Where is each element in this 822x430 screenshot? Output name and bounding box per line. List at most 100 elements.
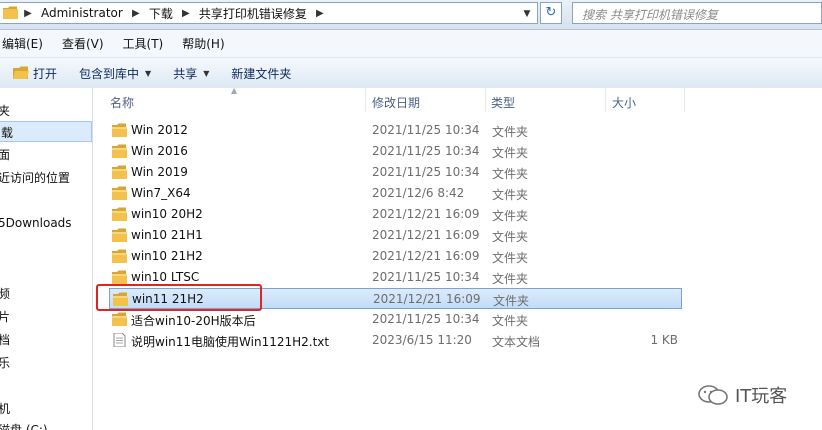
file-row[interactable]: win10 21H2 2021/12/21 16:09 文件夹 [109,246,682,267]
file-date: 2021/12/21 16:09 [373,292,481,306]
folder-icon [3,6,18,19]
address-dropdown-icon[interactable]: ▼ [520,7,534,21]
file-date: 2023/6/15 11:20 [372,333,472,347]
file-row[interactable]: 适合win10-20H版本后 2021/11/25 10:34 文件夹 [109,309,682,330]
share-label: 共享 [173,66,198,81]
menu-bar: 编辑(E) 查看(V) 工具(T) 帮助(H) [0,30,822,57]
nav-item[interactable]: 机 [0,400,10,417]
refresh-button[interactable]: ↻ [540,2,562,24]
breadcrumb-item[interactable]: Administrator [35,6,129,20]
folder-icon [112,312,127,326]
file-name: Win 2012 [131,123,188,137]
column-divider[interactable] [684,88,685,112]
navigation-pane: 夹 载 面 近访问的位置 5Downloads 频 片 档 乐 机 磁盘 (C:… [0,88,93,430]
menu-view[interactable]: 查看(V) [54,35,112,52]
folder-icon [112,186,127,200]
file-row[interactable]: Win 2019 2021/11/25 10:34 文件夹 [109,162,682,183]
nav-item[interactable]: 近访问的位置 [0,169,70,186]
file-date: 2021/12/6 8:42 [372,186,465,200]
open-folder-icon [13,66,29,79]
new-folder-label: 新建文件夹 [231,66,292,81]
file-name: win10 21H1 [131,228,203,242]
file-row[interactable]: Win7_X64 2021/12/6 8:42 文件夹 [109,183,682,204]
file-name: 说明win11电脑使用Win1121H2.txt [131,335,330,349]
share-button[interactable]: 共享 ▼ [165,61,217,85]
file-type: 文件夹 [492,209,529,223]
folder-icon [112,165,127,179]
file-type: 文本文档 [492,335,541,349]
file-row[interactable]: 说明win11电脑使用Win1121H2.txt 2023/6/15 11:20 文… [109,330,682,351]
nav-item-selected[interactable]: 载 [0,121,92,142]
include-library-button[interactable]: 包含到库中 ▼ [71,61,159,85]
folder-icon [112,144,127,158]
folder-icon [112,249,127,263]
breadcrumb-item[interactable]: 共享打印机错误修复 [193,5,313,22]
search-placeholder: 搜索 共享打印机错误修复 [582,8,718,22]
address-bar-region: ▶ Administrator ▶ 下载 ▶ 共享打印机错误修复 ▶ ▼ ↻ 搜… [0,0,822,30]
new-folder-button[interactable]: 新建文件夹 [223,61,299,85]
column-header-row: ▲ 名称 修改日期 类型 大小 [93,86,822,112]
nav-item[interactable]: 面 [0,146,10,163]
column-name[interactable]: 名称 [110,94,134,111]
column-divider[interactable] [485,88,486,112]
file-name: win10 LTSC [131,270,200,284]
file-row[interactable]: win10 20H2 2021/12/21 16:09 文件夹 [109,204,682,225]
file-type: 文件夹 [492,188,529,202]
command-toolbar: 打开 包含到库中 ▼ 共享 ▼ 新建文件夹 [0,57,822,89]
file-type: 文件夹 [492,230,529,244]
breadcrumb-chevron-icon[interactable]: ▶ [21,8,35,19]
nav-item[interactable]: 磁盘 (C:) [0,421,48,430]
nav-item[interactable]: 片 [0,308,10,325]
file-date: 2021/12/21 16:09 [372,228,480,242]
file-name: win10 20H2 [131,207,203,221]
nav-item[interactable]: 夹 [0,102,10,119]
folder-icon [112,270,127,284]
breadcrumb-chevron-icon[interactable]: ▶ [179,8,193,19]
file-row[interactable]: win10 21H1 2021/12/21 16:09 文件夹 [109,225,682,246]
file-row[interactable]: Win 2012 2021/11/25 10:34 文件夹 [109,120,682,141]
open-label: 打开 [33,66,58,81]
column-divider[interactable] [365,88,366,112]
open-button[interactable]: 打开 [5,61,65,85]
folder-icon [112,123,127,137]
column-type[interactable]: 类型 [491,94,515,111]
breadcrumb-chevron-icon[interactable]: ▶ [129,8,143,19]
menu-tools[interactable]: 工具(T) [115,35,172,52]
highlight-annotation-box [96,284,262,311]
folder-icon [112,228,127,242]
file-type: 文件夹 [492,167,529,181]
menu-edit[interactable]: 编辑(E) [0,35,51,52]
column-date[interactable]: 修改日期 [372,94,420,111]
file-name: Win 2019 [131,165,188,179]
folder-icon [112,207,127,221]
file-type: 文件夹 [492,146,529,160]
breadcrumb-item[interactable]: 下载 [143,5,179,22]
file-date: 2021/11/25 10:34 [372,312,480,326]
text-file-icon [113,333,126,347]
dropdown-arrow-icon: ▼ [145,68,152,78]
nav-item[interactable]: 5Downloads [0,216,72,230]
wechat-logo-icon [698,385,728,405]
file-list: ▲ 名称 修改日期 类型 大小 Win 2012 2021/11/25 10:34… [93,86,822,430]
file-type: 文件夹 [492,125,529,139]
dropdown-arrow-icon: ▼ [203,68,210,78]
include-library-label: 包含到库中 [79,66,140,81]
file-date: 2021/11/25 10:34 [372,123,480,137]
menu-help[interactable]: 帮助(H) [174,35,232,52]
column-divider[interactable] [605,88,606,112]
file-name: 适合win10-20H版本后 [131,314,256,328]
file-type: 文件夹 [492,251,529,265]
file-type: 文件夹 [492,272,529,286]
file-date: 2021/12/21 16:09 [372,207,480,221]
breadcrumb-chevron-icon[interactable]: ▶ [313,8,327,19]
sort-arrow-icon: ▲ [231,86,238,95]
search-input[interactable]: 搜索 共享打印机错误修复 [572,2,822,24]
nav-item[interactable]: 频 [0,285,10,302]
file-row[interactable]: Win 2016 2021/11/25 10:34 文件夹 [109,141,682,162]
file-type: 文件夹 [492,314,529,328]
nav-item[interactable]: 乐 [0,354,10,371]
nav-item[interactable]: 档 [0,331,10,348]
address-bar[interactable]: ▶ Administrator ▶ 下载 ▶ 共享打印机错误修复 ▶ ▼ [0,2,538,24]
column-size[interactable]: 大小 [612,94,636,111]
file-date: 2021/12/21 16:09 [372,249,480,263]
